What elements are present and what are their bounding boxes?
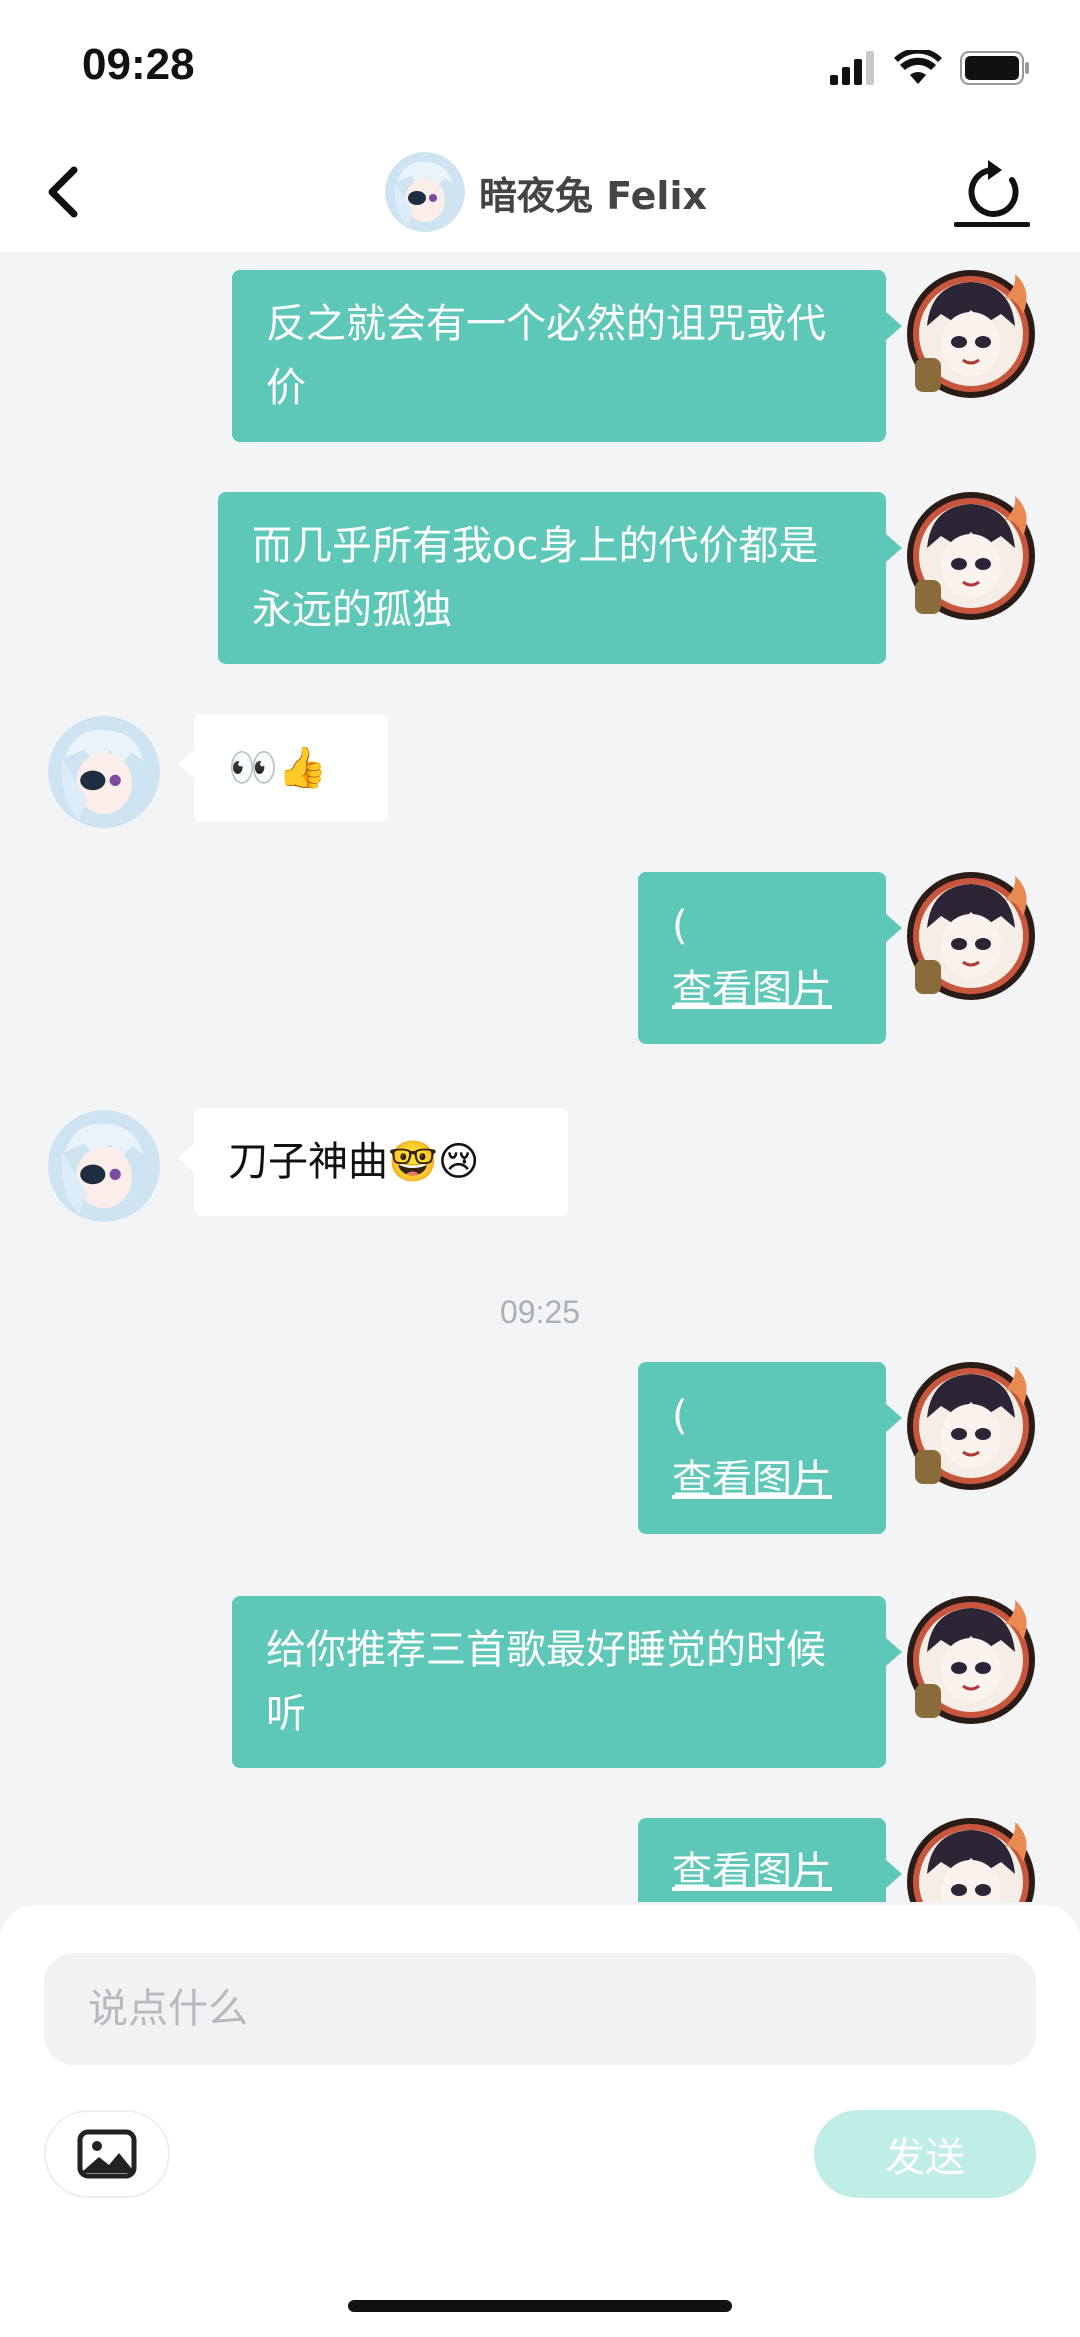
message-timestamp: 09:25 <box>499 1294 581 1330</box>
contact-name: 暗夜兔 Felix <box>479 173 707 218</box>
message-text: 刀子神曲🤓😢 <box>228 1139 480 1185</box>
message-bubble-outgoing[interactable]: ( 查看图片 <box>638 1362 902 1534</box>
status-bar: 09:28 <box>0 0 1080 132</box>
chevron-left-icon <box>48 166 78 218</box>
view-image-link[interactable]: 查看图片 <box>672 1840 852 1902</box>
home-indicator <box>348 2300 732 2312</box>
message-bubble-outgoing[interactable]: ( 查看图片 <box>638 872 902 1044</box>
contact-avatar[interactable] <box>48 1110 160 1222</box>
view-image-link[interactable]: 查看图片 <box>672 1448 852 1512</box>
chat-header: 暗夜兔 Felix <box>0 132 1080 252</box>
my-avatar[interactable] <box>905 484 1045 624</box>
message-text: 给你推荐三首歌最好睡觉的时候听 <box>266 1627 826 1737</box>
message-text: ( <box>672 1393 688 1439</box>
my-avatar[interactable] <box>905 864 1045 1004</box>
refresh-icon <box>954 160 1030 227</box>
contact-avatar[interactable] <box>48 716 160 828</box>
image-picker-button[interactable] <box>44 2110 170 2198</box>
send-button[interactable]: 发送 <box>814 2110 1036 2198</box>
message-text: 而几乎所有我oc身上的代价都是永远的孤独 <box>252 523 819 633</box>
back-button[interactable] <box>40 162 90 222</box>
my-avatar[interactable] <box>905 1588 1045 1728</box>
message-composer: 发送 <box>0 1905 1080 2337</box>
message-bubble-outgoing[interactable]: 给你推荐三首歌最好睡觉的时候听 <box>232 1596 902 1768</box>
contact-info[interactable]: 暗夜兔 Felix <box>385 152 707 232</box>
my-avatar[interactable] <box>905 1810 1045 1902</box>
message-text: 👀👍 <box>228 745 328 791</box>
view-image-link[interactable]: 查看图片 <box>672 958 852 1022</box>
status-time: 09:28 <box>82 40 195 89</box>
message-text: ( <box>672 903 688 949</box>
wifi-icon <box>894 50 942 84</box>
message-input[interactable] <box>44 1953 1036 2065</box>
refresh-button[interactable] <box>950 152 1035 232</box>
message-list[interactable]: 反之就会有一个必然的诅咒或代价 而几乎所有我oc身上的代价都是永远的孤独 👀👍 … <box>0 252 1080 1902</box>
status-icons <box>830 50 1030 86</box>
message-bubble-incoming[interactable]: 👀👍 <box>178 714 388 822</box>
message-bubble-incoming[interactable]: 刀子神曲🤓😢 <box>178 1108 568 1216</box>
battery-icon <box>960 51 1029 85</box>
my-avatar[interactable] <box>905 1354 1045 1494</box>
signal-icon <box>830 51 874 85</box>
message-bubble-outgoing[interactable]: 查看图片 <box>638 1818 902 1902</box>
message-text: 反之就会有一个必然的诅咒或代价 <box>266 301 826 411</box>
image-icon <box>77 2129 137 2179</box>
message-bubble-outgoing[interactable]: 而几乎所有我oc身上的代价都是永远的孤独 <box>218 492 902 664</box>
my-avatar[interactable] <box>905 262 1045 402</box>
contact-avatar <box>385 152 465 232</box>
message-bubble-outgoing[interactable]: 反之就会有一个必然的诅咒或代价 <box>232 270 902 442</box>
